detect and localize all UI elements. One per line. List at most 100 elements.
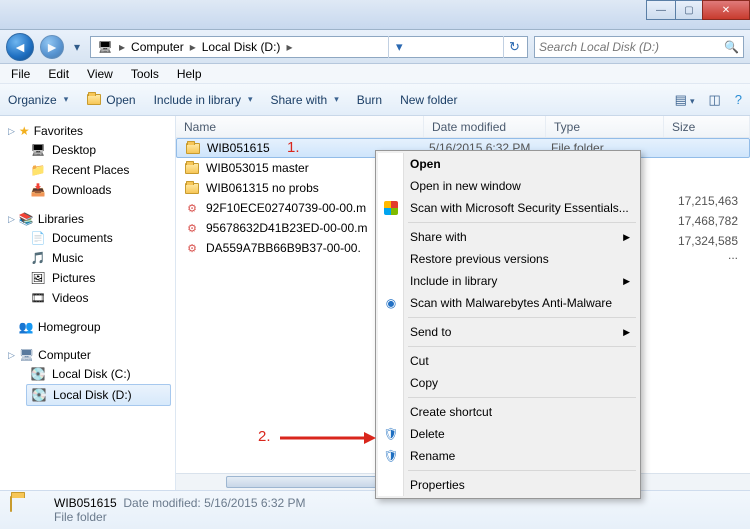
- search-input[interactable]: Search Local Disk (D:) 🔍: [534, 36, 744, 58]
- view-options-button[interactable]: ▤: [675, 92, 695, 108]
- search-icon[interactable]: 🔍: [724, 40, 739, 54]
- computer-header[interactable]: ▷🖥Computer: [4, 346, 175, 364]
- col-size[interactable]: Size: [664, 116, 750, 137]
- ctx-copy[interactable]: Copy: [378, 372, 638, 394]
- ctx-cut[interactable]: Cut: [378, 350, 638, 372]
- mse-icon: [383, 200, 399, 216]
- column-headers: Name Date modified Type Size: [176, 116, 750, 138]
- menu-view[interactable]: View: [78, 65, 122, 83]
- menu-help[interactable]: Help: [168, 65, 211, 83]
- breadcrumb-computer[interactable]: Computer: [127, 40, 188, 54]
- ctx-scan-mse[interactable]: Scan with Microsoft Security Essentials.…: [378, 197, 638, 219]
- title-bar: — ▢ ✕: [0, 0, 750, 30]
- chevron-right-icon[interactable]: ▸: [117, 40, 127, 54]
- documents-icon: 📄: [30, 230, 46, 246]
- search-placeholder: Search Local Disk (D:): [539, 40, 659, 54]
- address-dropdown[interactable]: ▾: [388, 36, 410, 58]
- nav-recent-places[interactable]: 📁Recent Places: [4, 160, 175, 180]
- chevron-right-icon: ▶: [623, 232, 630, 243]
- chevron-right-icon[interactable]: ▸: [284, 40, 294, 54]
- folder-icon: [10, 497, 42, 523]
- folder-open-icon: [86, 92, 102, 108]
- menu-tools[interactable]: Tools: [122, 65, 168, 83]
- forward-button[interactable]: ►: [40, 35, 64, 59]
- ctx-open-in-new-window[interactable]: Open in new window: [378, 175, 638, 197]
- open-label: Open: [106, 93, 135, 107]
- pictures-icon: 🖼: [30, 270, 46, 286]
- help-button[interactable]: ?: [735, 92, 742, 107]
- ctx-open[interactable]: Open: [378, 153, 638, 175]
- chkdsk-icon: ⚙: [184, 200, 200, 216]
- drive-icon: 💽: [31, 387, 47, 403]
- burn-button[interactable]: Burn: [357, 93, 382, 107]
- ctx-scan-malwarebytes[interactable]: ◉Scan with Malwarebytes Anti-Malware: [378, 292, 638, 314]
- details-date-label: Date modified:: [123, 496, 200, 510]
- back-button[interactable]: ◄: [6, 33, 34, 61]
- computer-icon: 🖥: [97, 39, 113, 55]
- refresh-button[interactable]: ↻: [503, 36, 525, 58]
- folder-icon: [185, 140, 201, 156]
- include-in-library-button[interactable]: Include in library: [154, 93, 253, 107]
- ctx-send-to[interactable]: Send to▶: [378, 321, 638, 343]
- folder-icon: [184, 180, 200, 196]
- context-menu: Open Open in new window Scan with Micros…: [375, 150, 641, 499]
- nav-videos[interactable]: 🎞Videos: [4, 288, 175, 308]
- col-date[interactable]: Date modified: [424, 116, 546, 137]
- new-folder-button[interactable]: New folder: [400, 93, 457, 107]
- ctx-include-in-library[interactable]: Include in library▶: [378, 270, 638, 292]
- recent-icon: 📁: [30, 162, 46, 178]
- menu-bar: File Edit View Tools Help: [0, 64, 750, 84]
- navigation-bar: ◄ ► ▾ 🖥 ▸ Computer ▸ Local Disk (D:) ▸ ▾…: [0, 30, 750, 64]
- drive-icon: 💽: [30, 366, 46, 382]
- ctx-properties[interactable]: Properties: [378, 474, 638, 496]
- shield-icon: 🛡: [383, 426, 399, 442]
- open-button[interactable]: Open: [86, 92, 135, 108]
- details-type: File folder: [54, 510, 306, 524]
- nav-documents[interactable]: 📄Documents: [4, 228, 175, 248]
- ctx-delete[interactable]: 🛡Delete: [378, 423, 638, 445]
- share-with-button[interactable]: Share with: [271, 93, 339, 107]
- menu-edit[interactable]: Edit: [39, 65, 78, 83]
- close-button[interactable]: ✕: [702, 0, 750, 20]
- desktop-icon: 🖥: [30, 142, 46, 158]
- downloads-icon: 📥: [30, 182, 46, 198]
- music-icon: 🎵: [30, 250, 46, 266]
- nav-downloads[interactable]: 📥Downloads: [4, 180, 175, 200]
- minimize-button[interactable]: —: [646, 0, 676, 20]
- file-size: 17,324,585 ...: [668, 234, 750, 262]
- videos-icon: 🎞: [30, 290, 46, 306]
- address-bar[interactable]: 🖥 ▸ Computer ▸ Local Disk (D:) ▸ ▾ ↻: [90, 36, 528, 58]
- chevron-right-icon: ▶: [623, 327, 630, 338]
- shield-icon: 🛡: [383, 448, 399, 464]
- favorites-header[interactable]: ▷★Favorites: [4, 122, 175, 140]
- ctx-share-with[interactable]: Share with▶: [378, 226, 638, 248]
- ctx-create-shortcut[interactable]: Create shortcut: [378, 401, 638, 423]
- chevron-right-icon[interactable]: ▸: [188, 40, 198, 54]
- nav-local-disk-c[interactable]: 💽Local Disk (C:): [4, 364, 175, 384]
- malwarebytes-icon: ◉: [383, 295, 399, 311]
- col-type[interactable]: Type: [546, 116, 664, 137]
- details-date: 5/16/2015 6:32 PM: [204, 496, 305, 510]
- details-name: WIB051615: [54, 496, 117, 510]
- nav-local-disk-d[interactable]: 💽Local Disk (D:): [26, 384, 171, 406]
- navigation-pane: ▷★Favorites 🖥Desktop 📁Recent Places 📥Dow…: [0, 116, 176, 490]
- ctx-rename[interactable]: 🛡Rename: [378, 445, 638, 467]
- nav-pictures[interactable]: 🖼Pictures: [4, 268, 175, 288]
- chkdsk-icon: ⚙: [184, 240, 200, 256]
- breadcrumb-drive[interactable]: Local Disk (D:): [198, 40, 285, 54]
- ctx-restore-previous[interactable]: Restore previous versions: [378, 248, 638, 270]
- col-name[interactable]: Name: [176, 116, 424, 137]
- maximize-button[interactable]: ▢: [675, 0, 703, 20]
- preview-pane-button[interactable]: ◫: [708, 92, 720, 108]
- history-dropdown[interactable]: ▾: [70, 33, 84, 61]
- nav-desktop[interactable]: 🖥Desktop: [4, 140, 175, 160]
- command-bar: Organize Open Include in library Share w…: [0, 84, 750, 116]
- chkdsk-icon: ⚙: [184, 220, 200, 236]
- homegroup-header[interactable]: ▷👥Homegroup: [4, 318, 175, 336]
- menu-file[interactable]: File: [2, 65, 39, 83]
- chevron-right-icon: ▶: [623, 276, 630, 287]
- organize-button[interactable]: Organize: [8, 93, 68, 107]
- folder-icon: [184, 160, 200, 176]
- libraries-header[interactable]: ▷📚Libraries: [4, 210, 175, 228]
- nav-music[interactable]: 🎵Music: [4, 248, 175, 268]
